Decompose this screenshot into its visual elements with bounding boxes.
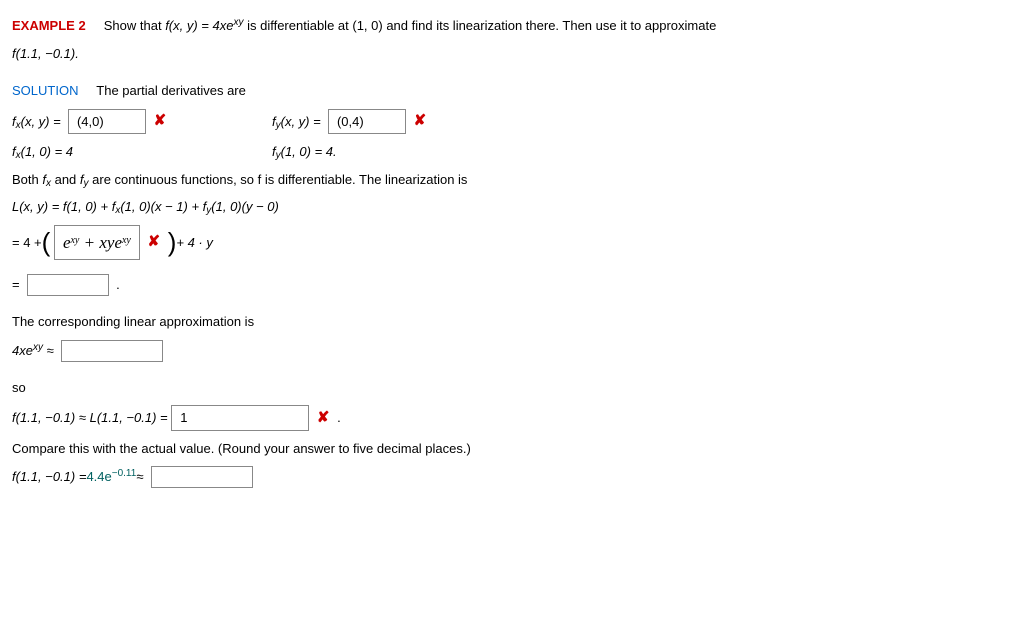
solution-line: SOLUTION The partial derivatives are — [12, 81, 1012, 101]
fy10: fy(1, 0) = 4. — [272, 144, 337, 159]
linearization-line2: = 4 + ( exy + xyexy ✘ ) + 4 · y — [12, 225, 1012, 261]
wrong-icon: ✘ — [154, 110, 167, 133]
actual-answer-input[interactable] — [151, 466, 253, 488]
linearization-line3: = . — [12, 274, 1012, 296]
func-def: f(x, y) = 4xexy — [165, 18, 243, 33]
continuity-text: Both fx and fy are continuous functions,… — [12, 170, 1012, 190]
actual-line: f(1.1, −0.1) = 4.4e−0.11 ≈ — [12, 466, 1012, 488]
solution-label: SOLUTION — [12, 83, 78, 98]
wrong-icon: ✘ — [317, 407, 330, 430]
fy-label: fy(x, y) = — [272, 112, 321, 132]
wrong-icon: ✘ — [414, 110, 427, 133]
fx-label: fx(x, y) = — [12, 112, 61, 132]
pd-row: fx(x, y) = (4,0) ✘ fy(x, y) = (0,4) ✘ — [12, 109, 1012, 135]
approx-answer-input[interactable] — [61, 340, 163, 362]
prompt-line2: f(1.1, −0.1). — [12, 44, 1012, 64]
fx-answer-input[interactable]: (4,0) — [68, 109, 146, 135]
example-label: EXAMPLE 2 — [12, 18, 86, 33]
so-text: so — [12, 378, 1012, 398]
fy-answer-input[interactable]: (0,4) — [328, 109, 406, 135]
pd-intro: The partial derivatives are — [96, 83, 246, 98]
compare-text: Compare this with the actual value. (Rou… — [12, 439, 1012, 459]
lin-final-answer-input[interactable] — [27, 274, 109, 296]
pd-eval-row: fx(1, 0) = 4 fy(1, 0) = 4. — [12, 142, 1012, 162]
fL-answer-input[interactable]: 1 — [171, 405, 309, 431]
linearization-line1: L(x, y) = f(1, 0) + fx(1, 0)(x − 1) + fy… — [12, 197, 1012, 217]
lin-mid-answer-input[interactable]: exy + xyexy — [54, 225, 140, 261]
prompt-pre: Show that — [104, 18, 165, 33]
example-header: EXAMPLE 2 Show that f(x, y) = 4xexy is d… — [12, 16, 1012, 36]
fx10: fx(1, 0) = 4 — [12, 144, 73, 159]
fL-line: f(1.1, −0.1) ≈ L(1.1, −0.1) = 1 ✘ . — [12, 405, 1012, 431]
prompt-mid: is differentiable at (1, 0) and find its… — [247, 18, 716, 33]
wrong-icon: ✘ — [148, 231, 161, 254]
approx-line: 4xexy ≈ — [12, 340, 1012, 362]
approx-text: The corresponding linear approximation i… — [12, 312, 1012, 332]
